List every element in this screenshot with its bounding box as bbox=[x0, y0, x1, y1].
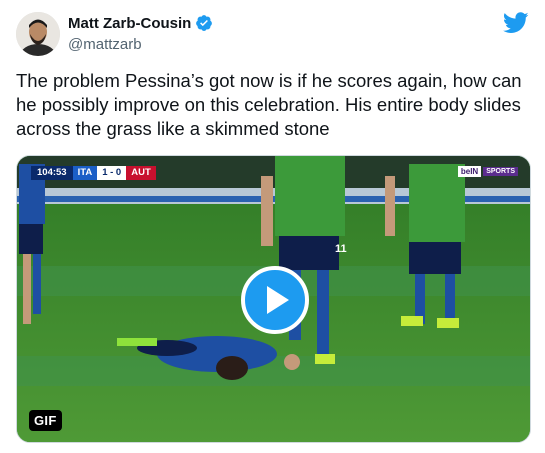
tweet-card: Matt Zarb-Cousin @mattzarb The problem P… bbox=[0, 0, 545, 453]
avatar-image bbox=[16, 12, 60, 56]
gif-media[interactable]: 11 104:53 ITA 1 - 0 AUT beIN SPORTS GIF bbox=[16, 155, 531, 443]
avatar[interactable] bbox=[16, 12, 60, 56]
match-clock: 104:53 bbox=[31, 166, 73, 180]
author-name-row: Matt Zarb-Cousin bbox=[68, 13, 213, 33]
match-score: 1 - 0 bbox=[97, 166, 127, 180]
scoreboard: 104:53 ITA 1 - 0 AUT bbox=[31, 166, 156, 180]
broadcaster-channel: SPORTS bbox=[483, 167, 518, 176]
twitter-bird-icon[interactable] bbox=[502, 12, 529, 34]
home-team: ITA bbox=[72, 166, 98, 180]
play-icon bbox=[267, 286, 289, 314]
broadcaster-brand: beIN bbox=[457, 166, 482, 177]
shirt-number: 11 bbox=[335, 243, 347, 255]
author-handle[interactable]: @mattzarb bbox=[68, 36, 213, 53]
author-block: Matt Zarb-Cousin @mattzarb bbox=[68, 13, 213, 53]
verified-badge-icon bbox=[195, 14, 213, 32]
play-button[interactable] bbox=[241, 266, 309, 334]
author-name[interactable]: Matt Zarb-Cousin bbox=[68, 15, 191, 32]
tweet-text: The problem Pessina’s got now is if he s… bbox=[16, 70, 522, 139]
broadcaster-logo: beIN SPORTS bbox=[457, 166, 518, 177]
gif-badge: GIF bbox=[29, 410, 62, 431]
away-team: AUT bbox=[126, 166, 156, 180]
